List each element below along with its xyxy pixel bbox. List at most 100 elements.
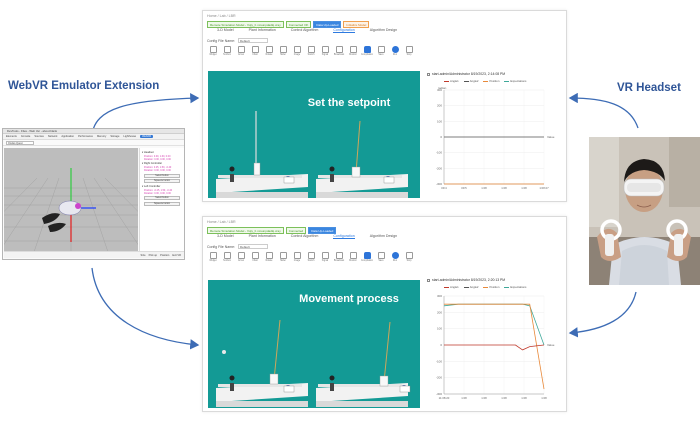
emulator-tab[interactable]: WebXR xyxy=(140,135,153,138)
realtime-chart: start-admin/Administrator 8/19/2023, 2:2… xyxy=(424,276,562,408)
toolbar-button-signal[interactable]: Signal xyxy=(319,45,331,58)
toolbar-button-run[interactable]: Run xyxy=(389,251,401,264)
monitor-icon xyxy=(349,252,357,259)
toolbar-button-save[interactable]: Save xyxy=(375,45,387,58)
emulator-tab[interactable]: Console xyxy=(21,135,31,138)
toolbar-button-slider[interactable]: Slider xyxy=(277,45,289,58)
status-tag: Remote Simulation Model - Vqty_b ncsunpd… xyxy=(207,21,284,28)
emulator-tab[interactable]: Application xyxy=(61,135,74,138)
device-select[interactable]: Oculus Quest xyxy=(6,140,34,145)
emulator-tab[interactable]: Lighthouse xyxy=(123,135,136,138)
toolbar-button-chart[interactable]: Chart xyxy=(249,45,261,58)
subtabs: 3-D Model Plant Information Control Algori… xyxy=(217,28,397,33)
subtab[interactable]: Algorithm Design xyxy=(370,28,397,33)
virtual-lab-scene[interactable]: Movement process xyxy=(208,280,420,408)
x-tick-label: 1:08 xyxy=(501,186,507,190)
toolbar-button-widget[interactable]: Widget xyxy=(207,45,219,58)
checkbox-icon[interactable] xyxy=(427,278,430,282)
config-file-input[interactable]: Default xyxy=(238,38,269,43)
toolbar-button-monitor[interactable]: Monitor xyxy=(347,45,359,58)
device-header: ▾ Right Controller xyxy=(142,162,163,165)
subtab[interactable]: 3-D Model xyxy=(217,28,234,33)
run-icon xyxy=(391,46,399,53)
toolbar-button-signal[interactable]: Signal xyxy=(319,251,331,264)
toolbar-button-broadcast[interactable]: Broadcast xyxy=(333,45,345,58)
emulator-tab[interactable]: Memory xyxy=(97,135,106,138)
subtab[interactable]: Algorithm Design xyxy=(370,234,397,239)
toolbar-button-textbox[interactable]: Textbox xyxy=(221,251,233,264)
toolbar-button-stop[interactable]: Stop xyxy=(403,45,415,58)
toolbar-button-arrow[interactable]: Arrow xyxy=(235,251,247,264)
emulator-tab[interactable]: Performance xyxy=(78,135,93,138)
toolbar-button-chart[interactable]: Chart xyxy=(249,251,261,264)
emulator-tab[interactable]: Network xyxy=(48,135,58,138)
toolbar-label: Image xyxy=(293,260,301,262)
toolbar-button-rotate[interactable]: Rotate xyxy=(263,251,275,264)
legend-item: Angle2 xyxy=(463,285,478,289)
emulator-tab[interactable]: Storage xyxy=(110,135,119,138)
toolbar-button-textbox[interactable]: Textbox xyxy=(221,45,233,58)
widget-toolbar: Widget Textbox Arrow Chart Rotate Slider Image… xyxy=(207,45,415,58)
config-file-row: Config File Name: Default xyxy=(207,38,269,43)
webvr-emulator-label: WebVR Emulator Extension xyxy=(8,80,160,92)
select-button[interactable]: Select button xyxy=(144,173,180,178)
toolbar-button-switch[interactable]: Switch xyxy=(305,251,317,264)
toolbar-button-arrow[interactable]: Arrow xyxy=(235,45,247,58)
toolbar-button-run[interactable]: Run xyxy=(389,45,401,58)
emulator-tab[interactable]: Sources xyxy=(34,135,44,138)
squeeze-button[interactable]: Squeeze button xyxy=(144,201,180,206)
x-tick-label: 1:08 xyxy=(461,396,467,400)
toolbar-button-compilation[interactable]: Compilation xyxy=(361,251,373,264)
rig-right xyxy=(316,120,408,198)
toolbar-button-compilation[interactable]: Compilation xyxy=(361,45,373,58)
config-file-label: Config File Name: xyxy=(207,244,236,249)
toolbar-button-image[interactable]: Image xyxy=(291,45,303,58)
squeeze-button[interactable]: Squeeze button xyxy=(144,179,180,183)
status-item[interactable]: Position xyxy=(160,254,169,257)
toolbar-label: Slider xyxy=(280,54,286,56)
select-button[interactable]: Select button xyxy=(144,196,180,200)
subtab[interactable]: Plant Information xyxy=(249,234,276,239)
subtab[interactable]: Configuration xyxy=(333,234,355,239)
toolbar-button-switch[interactable]: Switch xyxy=(305,45,317,58)
switch-icon xyxy=(307,46,315,53)
arrow-emulator-to-bottom xyxy=(91,267,200,350)
status-tags: Remote Simulation Model - Vqty_b ncsunpd… xyxy=(207,21,370,28)
y-tick-label: -100 xyxy=(436,151,442,155)
subtab[interactable]: Control Algorithm xyxy=(291,28,319,33)
toolbar-button-widget[interactable]: Widget xyxy=(207,251,219,264)
toolbar-button-save[interactable]: Save xyxy=(375,251,387,264)
checkbox-icon[interactable] xyxy=(427,72,430,76)
chart-icon xyxy=(251,46,259,53)
slider-icon xyxy=(279,252,287,259)
y-tick-label: 200 xyxy=(437,310,442,314)
legend-item: Position xyxy=(483,285,499,289)
toolbar-label: Signal xyxy=(321,54,329,56)
series-line-angle1 xyxy=(444,344,545,351)
subtab[interactable]: Control Algorithm xyxy=(291,234,319,239)
status-item[interactable]: Exit VR xyxy=(172,254,181,257)
toolbar-button-broadcast[interactable]: Broadcast xyxy=(333,251,345,264)
run-icon xyxy=(391,252,399,259)
widget-toolbar: Widget Textbox Arrow Chart Rotate Slider Image… xyxy=(207,251,415,264)
emulator-window: DevTools - Files - Web Ver - about:blank… xyxy=(2,128,185,260)
emulator-tab[interactable]: Elements xyxy=(6,135,17,138)
subtab[interactable]: 3-D Model xyxy=(217,234,234,239)
toolbar-button-stop[interactable]: Stop xyxy=(403,251,415,264)
toolbar-label: Arrow xyxy=(238,54,244,56)
rig-left xyxy=(216,111,308,198)
realtime-chart: start-admin/Administrator 8/19/2023, 2:1… xyxy=(424,70,562,198)
toolbar-button-rotate[interactable]: Rotate xyxy=(263,45,275,58)
subtabs: 3-D Model Plant Information Control Algori… xyxy=(217,234,397,239)
toolbar-button-image[interactable]: Image xyxy=(291,251,303,264)
x-tick-label: 1:08 xyxy=(501,396,507,400)
status-item[interactable]: Pick up xyxy=(149,254,158,257)
config-file-input[interactable]: Default xyxy=(238,244,269,249)
virtual-lab-scene[interactable]: Set the setpoint xyxy=(208,71,420,198)
emulator-3d-scene[interactable] xyxy=(4,148,138,252)
subtab[interactable]: Plant Information xyxy=(249,28,276,33)
toolbar-button-slider[interactable]: Slider xyxy=(277,251,289,264)
subtab[interactable]: Configuration xyxy=(333,28,355,33)
toolbar-button-monitor[interactable]: Monitor xyxy=(347,251,359,264)
status-item[interactable]: Size xyxy=(141,254,146,257)
